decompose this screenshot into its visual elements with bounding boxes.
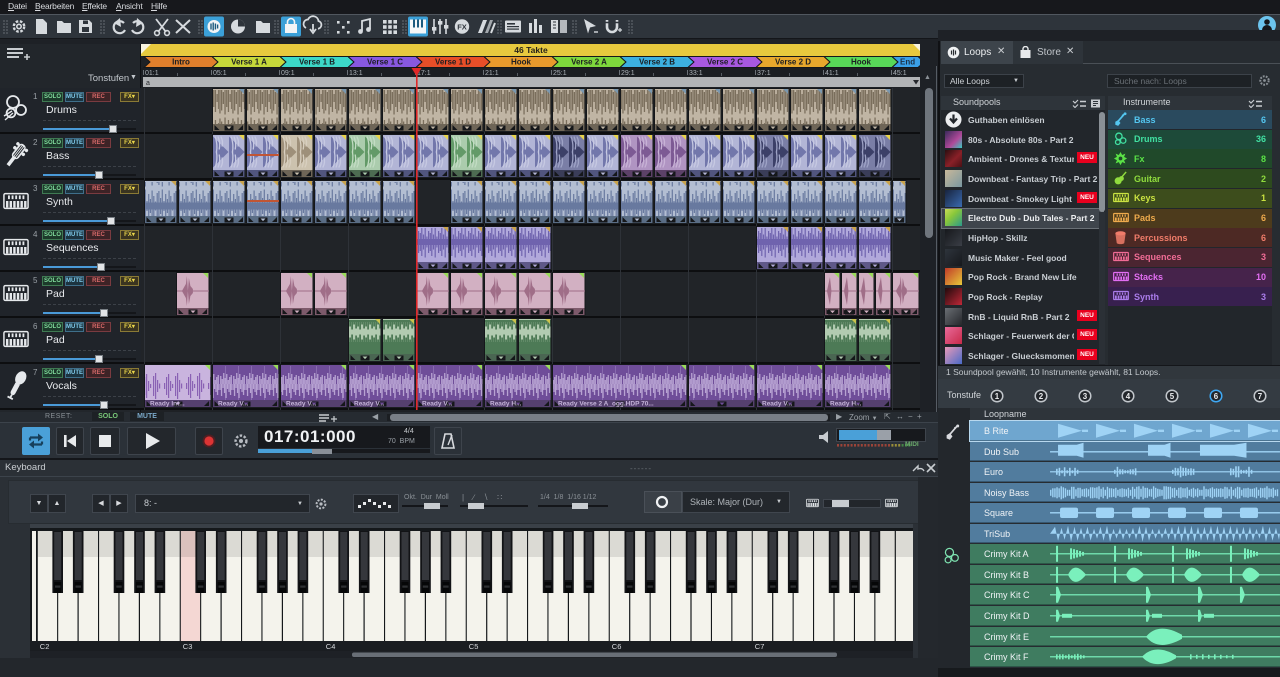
svg-text:37:1: 37:1: [757, 70, 771, 77]
svg-text:Verse 2 D: Verse 2 D: [775, 58, 811, 67]
svg-text:33:1: 33:1: [689, 70, 703, 77]
svg-text:C2: C2: [40, 642, 50, 651]
svg-text:1: 1: [995, 392, 1000, 401]
svg-text:C5: C5: [469, 642, 479, 651]
svg-text:Ready V...: Ready V...: [762, 401, 793, 408]
svg-text:Verse 1 A: Verse 1 A: [231, 58, 267, 67]
svg-text:Verse 1 B: Verse 1 B: [299, 58, 335, 67]
svg-text:Ready Int...: Ready Int...: [150, 401, 185, 408]
svg-text:Verse 1 C: Verse 1 C: [367, 58, 403, 67]
svg-text:01:1: 01:1: [145, 70, 159, 77]
svg-text:Verse 1 D: Verse 1 D: [435, 58, 471, 67]
svg-text:Hook: Hook: [851, 58, 872, 67]
svg-text:Ready V...: Ready V...: [218, 401, 249, 408]
svg-text:FX: FX: [457, 23, 467, 32]
svg-text:C6: C6: [612, 642, 622, 651]
svg-text:7: 7: [1258, 392, 1263, 401]
svg-text:13:1: 13:1: [349, 70, 363, 77]
svg-text:Ready Verse 2 A_̲ogg.HDP 70..: Ready Verse 2 A_̲ogg.HDP 70...: [558, 401, 654, 408]
svg-text:45:1: 45:1: [893, 70, 907, 77]
svg-text:Ready H...: Ready H...: [830, 401, 862, 408]
svg-text:Ready V...: Ready V...: [354, 401, 385, 408]
svg-text:Ready H...: Ready H...: [490, 401, 522, 408]
svg-text:5: 5: [1170, 392, 1175, 401]
svg-text:46 Takte: 46 Takte: [514, 45, 548, 55]
svg-text:a: a: [146, 80, 150, 87]
svg-text:Ready V...: Ready V...: [422, 401, 453, 408]
svg-text:09:1: 09:1: [281, 70, 295, 77]
svg-text:C4: C4: [326, 642, 336, 651]
svg-text:05:1: 05:1: [213, 70, 227, 77]
svg-text:2: 2: [1039, 392, 1044, 401]
svg-text:End: End: [900, 58, 915, 67]
svg-text:Ready V...: Ready V...: [286, 401, 317, 408]
svg-text:25:1: 25:1: [553, 70, 567, 77]
svg-text:41:1: 41:1: [825, 70, 839, 77]
svg-text:C3: C3: [183, 642, 193, 651]
svg-text:C7: C7: [755, 642, 765, 651]
svg-text:Verse 2 C: Verse 2 C: [707, 58, 743, 67]
svg-text:Verse 2 A: Verse 2 A: [571, 58, 607, 67]
svg-text:Hook: Hook: [511, 58, 532, 67]
svg-text:29:1: 29:1: [621, 70, 635, 77]
svg-text:21:1: 21:1: [485, 70, 499, 77]
svg-text:6: 6: [1214, 392, 1219, 401]
svg-text:4: 4: [1126, 392, 1131, 401]
svg-text:Intro: Intro: [172, 58, 190, 67]
svg-text:3: 3: [1082, 392, 1087, 401]
svg-text:Verse 2 B: Verse 2 B: [639, 58, 675, 67]
